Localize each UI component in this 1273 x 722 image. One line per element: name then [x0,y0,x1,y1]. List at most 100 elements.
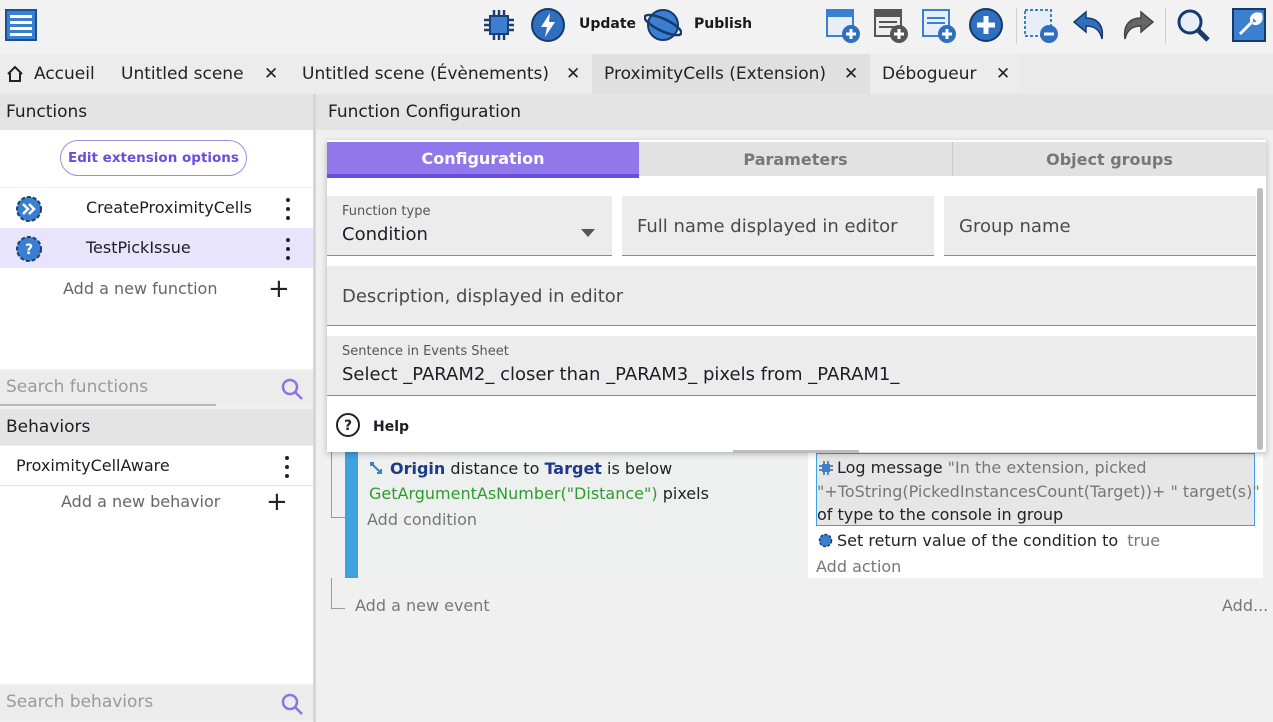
add-action-link[interactable]: Add action [816,557,901,576]
condition-sentence[interactable]: Origin distance to Target is below [390,459,672,478]
function-item-testpickissue[interactable]: ? TestPickIssue [0,228,313,268]
event-selection-bar[interactable] [345,450,358,578]
event-tree-line [331,450,345,518]
group-name-field[interactable]: Group name [944,196,1256,256]
tab-home[interactable]: Accueil [0,54,110,94]
search-behaviors-placeholder: Search behaviors [6,692,154,712]
full-name-field[interactable]: Full name displayed in editor [622,196,934,256]
function-type-value: Condition [342,224,428,245]
resize-handle[interactable] [733,450,859,453]
log-message-value: "In the extension, picked [947,458,1147,477]
search-functions-field[interactable]: Search functions [0,371,313,406]
svg-text:?: ? [25,242,33,258]
add-more-link[interactable]: Add... [1222,596,1268,615]
action-function-icon [14,195,44,223]
tab-separator [952,142,953,176]
tab-label: Accueil [34,64,95,84]
add-generic-icon[interactable] [967,6,1005,44]
search-underline [0,404,216,406]
condition-object-target: Target [544,459,602,478]
description-field[interactable]: Description, displayed in editor [327,266,1256,326]
add-condition-link[interactable]: Add condition [367,510,477,529]
condition-expression: GetArgumentAsNumber("Distance") [369,484,658,503]
return-value-text: Set return value of the condition to [837,531,1119,550]
condition-sentence-line2[interactable]: GetArgumentAsNumber("Distance") pixels [369,484,709,503]
add-comment-icon[interactable] [920,6,958,44]
tab-object-groups[interactable]: Object groups [953,142,1266,176]
function-label: TestPickIssue [86,238,191,257]
publish-label[interactable]: Publish [694,16,752,32]
search-functions-placeholder: Search functions [6,377,149,397]
editor-tab-bar: Accueil Untitled scene ✕ Untitled scene … [0,54,1273,94]
tab-configuration[interactable]: Configuration [327,142,639,178]
scrollbar-track[interactable] [1257,188,1263,450]
tab-proximitycells-extension[interactable]: ProximityCells (Extension) ✕ [592,54,870,94]
debug-icon[interactable] [480,6,518,44]
undo-icon[interactable] [1071,6,1109,44]
search-icon[interactable] [1174,6,1212,44]
condition-function-icon: ? [14,235,44,263]
close-icon[interactable]: ✕ [264,64,278,84]
more-options-icon[interactable] [283,198,293,220]
update-icon[interactable] [529,6,567,44]
condition-object-origin: Origin [390,459,446,478]
dropdown-arrow-icon [581,222,595,241]
condition-text: is below [607,459,673,478]
edit-extension-options-button[interactable]: Edit extension options [60,140,247,176]
more-options-icon[interactable] [283,238,293,260]
function-item-createproximitycells[interactable]: CreateProximityCells [0,188,313,228]
behavior-item-proximitycellaware[interactable]: ProximityCellAware [0,446,313,486]
return-value-icon [818,533,833,552]
add-behavior-icon[interactable]: + [266,489,288,515]
close-icon[interactable]: ✕ [996,64,1010,84]
publish-icon[interactable] [644,6,682,44]
more-options-icon[interactable] [282,456,292,478]
project-manager-icon[interactable] [2,6,40,44]
add-function-label[interactable]: Add a new function [63,279,217,298]
function-type-label: Function type [342,204,431,219]
condition-unit: pixels [662,484,709,503]
function-configuration-panel: Configuration Parameters Object groups F… [327,140,1266,452]
log-message-line1: Log message "In the extension, picked [837,458,1147,477]
tab-debugger[interactable]: Débogueur ✕ [870,54,1020,94]
condition-text: distance to [450,459,540,478]
functions-list: CreateProximityCells ? TestPickIssue [0,188,313,270]
tab-label: Untitled scene [121,64,244,84]
log-message-line2: "+ToString(PickedInstancesCount(Target))… [817,482,1260,501]
return-value-value: true [1127,531,1161,550]
sentence-field[interactable]: Sentence in Events Sheet Select _PARAM2_… [327,336,1256,396]
redo-icon[interactable] [1118,6,1156,44]
log-message-prefix: Log message [837,458,943,477]
function-type-select[interactable]: Function type Condition [327,196,612,256]
sentence-value: Select _PARAM2_ closer than _PARAM3_ pix… [342,364,900,385]
add-function-icon[interactable]: + [268,276,290,302]
update-label[interactable]: Update [579,16,636,32]
behaviors-header: Behaviors [0,409,313,445]
settings-icon[interactable] [1230,6,1268,44]
left-panel: Functions Edit extension options CreateP… [0,94,313,722]
search-icon[interactable] [280,377,304,401]
log-message-line3: of type to the console in group [817,505,1064,524]
close-icon[interactable]: ✕ [844,64,858,84]
scrollbar-thumb[interactable] [1257,188,1263,450]
add-behavior-label[interactable]: Add a new behavior [61,492,220,511]
search-icon[interactable] [280,692,304,716]
add-new-event-link[interactable]: Add a new event [355,596,490,615]
tab-untitled-scene[interactable]: Untitled scene ✕ [110,54,290,94]
help-button[interactable]: ? Help [335,412,409,442]
delete-icon[interactable] [1022,6,1060,44]
main-toolbar: Update Publish [0,0,1273,54]
event-tree-line [331,608,345,609]
search-behaviors-field[interactable]: Search behaviors [0,686,313,720]
log-message-action[interactable]: Log message "In the extension, picked "+… [816,453,1260,526]
conditions-column[interactable]: Origin distance to Target is below GetAr… [358,450,808,578]
function-configuration-header: Function Configuration [316,94,1273,130]
add-sub-event-icon[interactable] [872,6,910,44]
tab-untitled-scene-events[interactable]: Untitled scene (Évènements) ✕ [290,54,592,94]
actions-column[interactable]: Log message "In the extension, picked "+… [808,450,1263,578]
tab-parameters[interactable]: Parameters [639,142,952,176]
function-label: CreateProximityCells [86,198,252,217]
add-event-icon[interactable] [824,6,862,44]
close-icon[interactable]: ✕ [566,64,580,84]
return-value-action[interactable]: Set return value of the condition to tru… [837,531,1160,550]
